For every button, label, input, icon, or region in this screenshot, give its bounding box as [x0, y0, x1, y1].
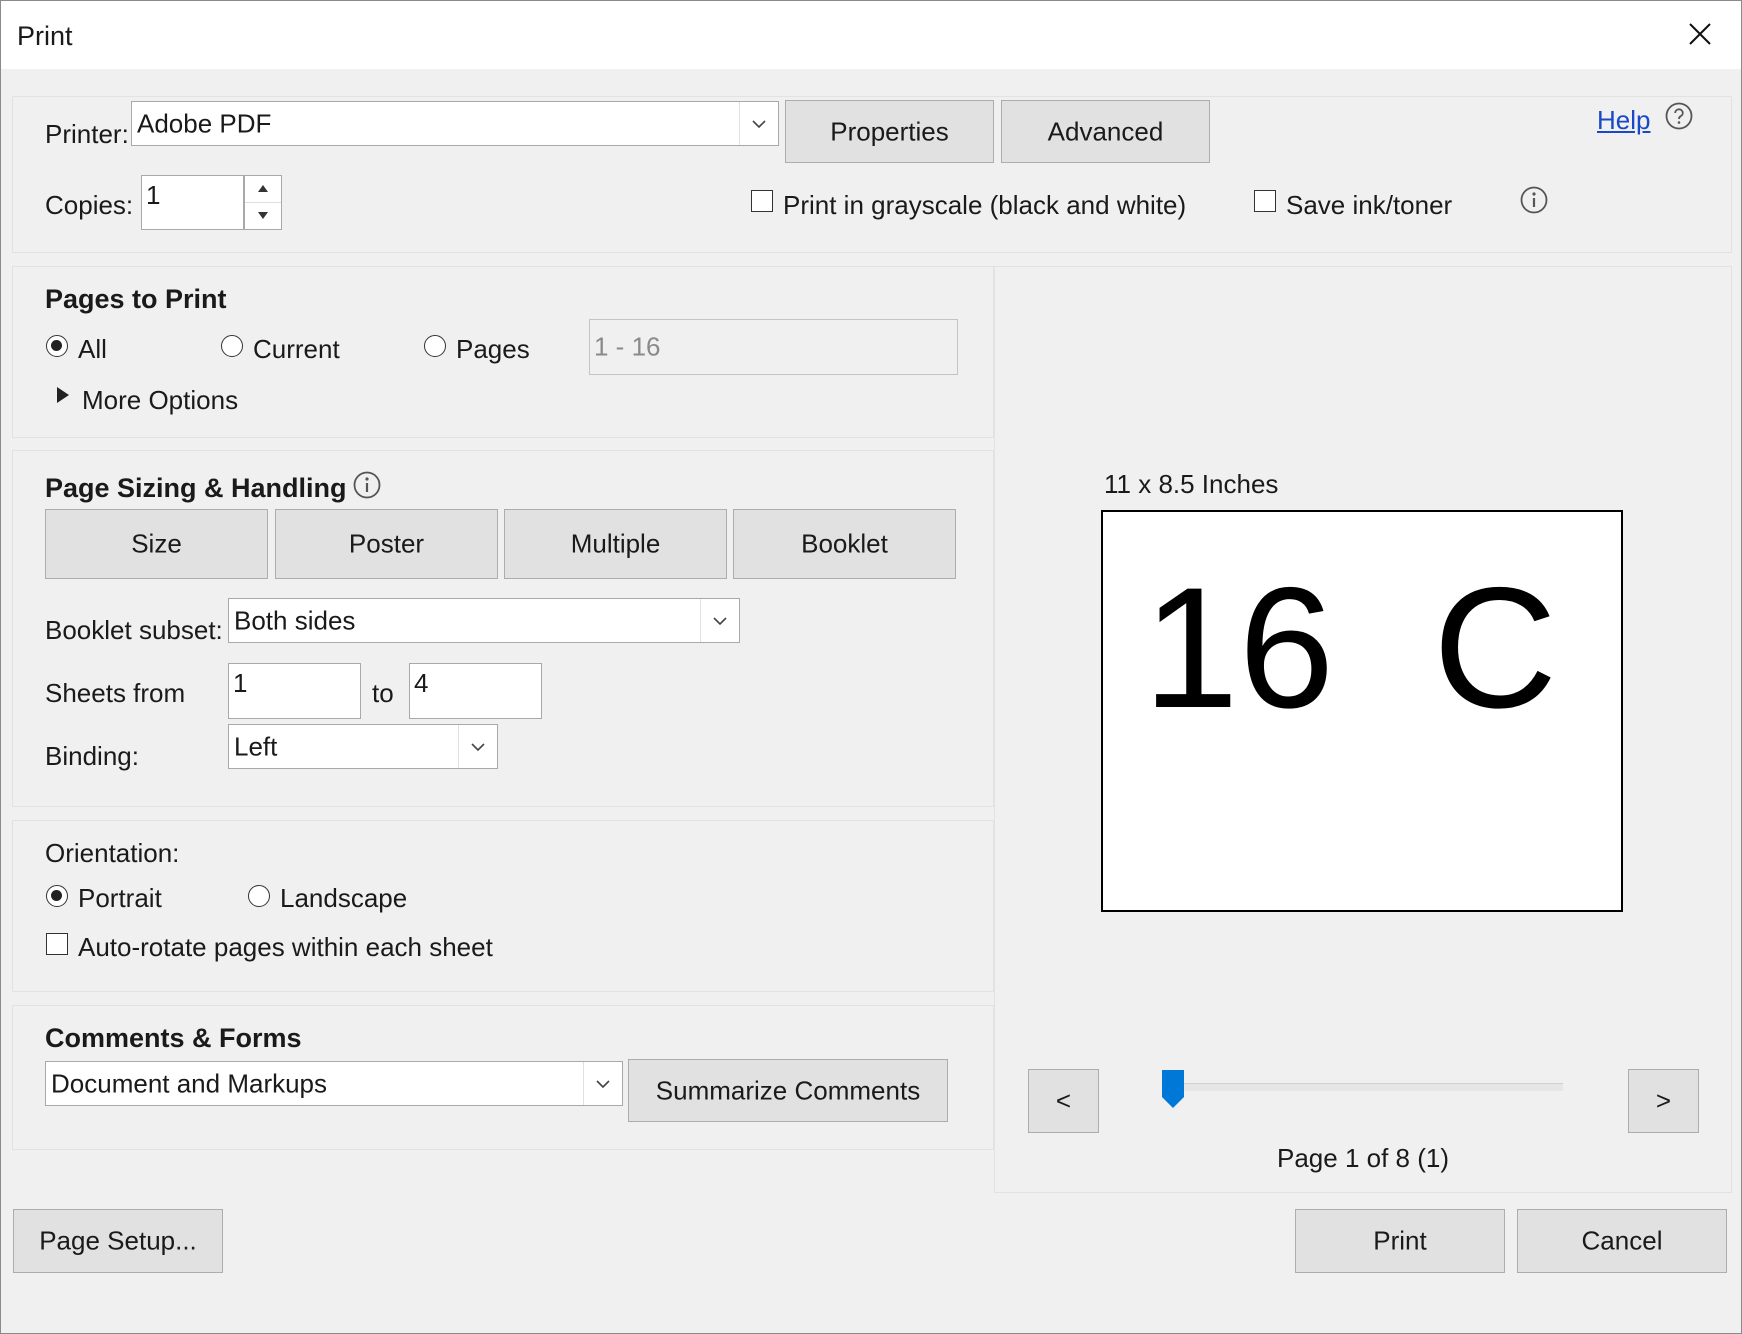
- pages-all-radio[interactable]: [46, 335, 68, 357]
- sheets-to-input[interactable]: 4: [409, 663, 542, 719]
- tab-multiple-label: Multiple: [570, 528, 661, 559]
- window-title: Print: [17, 21, 73, 51]
- tab-poster-label: Poster: [348, 528, 425, 559]
- sheets-to-label: to: [372, 678, 394, 708]
- booklet-subset-label: Booklet subset:: [45, 615, 223, 645]
- page-slider-thumb[interactable]: [1161, 1069, 1185, 1109]
- sheets-from-value: 1: [233, 668, 248, 698]
- chevron-down-icon: [471, 742, 485, 751]
- title-bar: Print: [1, 1, 1741, 69]
- properties-button-label: Properties: [830, 116, 949, 146]
- copies-decrement[interactable]: [245, 203, 281, 229]
- landscape-label[interactable]: Landscape: [280, 883, 407, 914]
- orientation-label: Orientation:: [45, 838, 180, 868]
- triangle-up-icon: [258, 185, 268, 192]
- grayscale-checkbox[interactable]: [751, 190, 773, 212]
- page-setup-label: Page Setup...: [39, 1225, 197, 1256]
- cancel-button-label: Cancel: [1581, 1225, 1663, 1256]
- auto-rotate-checkbox[interactable]: [46, 933, 68, 955]
- tab-size[interactable]: Size: [45, 509, 268, 579]
- previous-page-label: <: [1055, 1085, 1072, 1116]
- previous-page-button[interactable]: <: [1028, 1069, 1099, 1133]
- properties-button[interactable]: Properties: [785, 100, 994, 163]
- tab-poster[interactable]: Poster: [275, 509, 498, 579]
- pages-range-value: 1 - 16: [594, 331, 661, 362]
- sheets-from-input[interactable]: 1: [228, 663, 361, 719]
- binding-value: Left: [234, 731, 278, 761]
- copies-stepper[interactable]: [244, 175, 282, 230]
- tab-booklet[interactable]: Booklet: [733, 509, 956, 579]
- tab-booklet-label: Booklet: [801, 528, 888, 559]
- pages-range-input[interactable]: 1 - 16: [589, 319, 958, 375]
- copies-value: 1: [146, 180, 161, 210]
- chevron-down-icon: [752, 119, 766, 128]
- cancel-button[interactable]: Cancel: [1517, 1209, 1727, 1273]
- portrait-radio[interactable]: [46, 885, 68, 907]
- printer-label: Printer:: [45, 119, 129, 149]
- binding-label: Binding:: [45, 741, 139, 771]
- page-status: Page 1 of 8 (1): [1277, 1143, 1449, 1173]
- page-setup-button[interactable]: Page Setup...: [13, 1209, 223, 1273]
- pages-range-radio[interactable]: [424, 335, 446, 357]
- binding-select[interactable]: Left: [228, 724, 498, 769]
- close-button[interactable]: [1661, 1, 1741, 69]
- copies-label: Copies:: [45, 190, 134, 220]
- pages-range-label[interactable]: Pages: [456, 334, 530, 365]
- info-icon[interactable]: [1520, 186, 1548, 214]
- next-page-button[interactable]: >: [1628, 1069, 1699, 1133]
- tab-multiple[interactable]: Multiple: [504, 509, 727, 579]
- comments-forms-heading: Comments & Forms: [45, 1023, 302, 1053]
- preview-page: 16 C: [1101, 510, 1623, 912]
- help-icon[interactable]: [1665, 102, 1693, 130]
- page-slider-track[interactable]: [1173, 1083, 1563, 1091]
- next-page-label: >: [1655, 1085, 1672, 1116]
- pages-current-radio[interactable]: [221, 335, 243, 357]
- pages-current-label[interactable]: Current: [253, 334, 340, 365]
- booklet-subset-value: Both sides: [234, 605, 356, 635]
- comments-forms-select[interactable]: Document and Markups: [45, 1061, 623, 1106]
- triangle-right-icon[interactable]: [57, 387, 69, 403]
- tab-size-label: Size: [131, 528, 182, 559]
- summarize-comments-label: Summarize Comments: [655, 1075, 921, 1105]
- advanced-button-label: Advanced: [1047, 116, 1164, 146]
- pages-all-label[interactable]: All: [78, 334, 107, 365]
- binding-dropdown-arrow[interactable]: [458, 725, 497, 768]
- printer-dropdown-arrow[interactable]: [739, 102, 778, 145]
- comments-forms-dropdown-arrow[interactable]: [583, 1062, 622, 1105]
- info-icon[interactable]: [353, 471, 381, 499]
- copies-increment[interactable]: [245, 176, 281, 203]
- save-ink-checkbox[interactable]: [1254, 190, 1276, 212]
- chevron-down-icon: [596, 1079, 610, 1088]
- triangle-down-icon: [258, 212, 268, 219]
- preview-page-letter: C: [1433, 552, 1558, 744]
- booklet-subset-dropdown-arrow[interactable]: [700, 599, 739, 642]
- sheets-from-label: Sheets from: [45, 678, 186, 708]
- landscape-radio[interactable]: [248, 885, 270, 907]
- sheets-to-value: 4: [414, 668, 429, 698]
- printer-select[interactable]: Adobe PDF: [131, 101, 779, 146]
- chevron-down-icon: [713, 616, 727, 625]
- summarize-comments-button[interactable]: Summarize Comments: [628, 1059, 948, 1122]
- print-dialog: Print Printer: Adobe PDF Properties Adva…: [0, 0, 1742, 1334]
- print-button[interactable]: Print: [1295, 1209, 1505, 1273]
- close-icon: [1689, 23, 1711, 45]
- more-options-label[interactable]: More Options: [82, 385, 238, 416]
- preview-page-number: 16: [1143, 552, 1335, 744]
- auto-rotate-label[interactable]: Auto-rotate pages within each sheet: [78, 932, 493, 963]
- booklet-subset-select[interactable]: Both sides: [228, 598, 740, 643]
- portrait-label[interactable]: Portrait: [78, 883, 162, 914]
- preview-size-label: 11 x 8.5 Inches: [1104, 469, 1279, 499]
- comments-forms-value: Document and Markups: [51, 1068, 328, 1098]
- grayscale-label[interactable]: Print in grayscale (black and white): [783, 190, 1186, 221]
- copies-input[interactable]: 1: [141, 175, 244, 230]
- page-sizing-heading: Page Sizing & Handling: [45, 473, 347, 503]
- save-ink-label[interactable]: Save ink/toner: [1286, 190, 1452, 221]
- help-link[interactable]: Help: [1597, 105, 1650, 136]
- print-button-label: Print: [1373, 1225, 1427, 1256]
- pages-to-print-heading: Pages to Print: [45, 284, 227, 314]
- advanced-button[interactable]: Advanced: [1001, 100, 1210, 163]
- printer-select-value: Adobe PDF: [137, 108, 272, 138]
